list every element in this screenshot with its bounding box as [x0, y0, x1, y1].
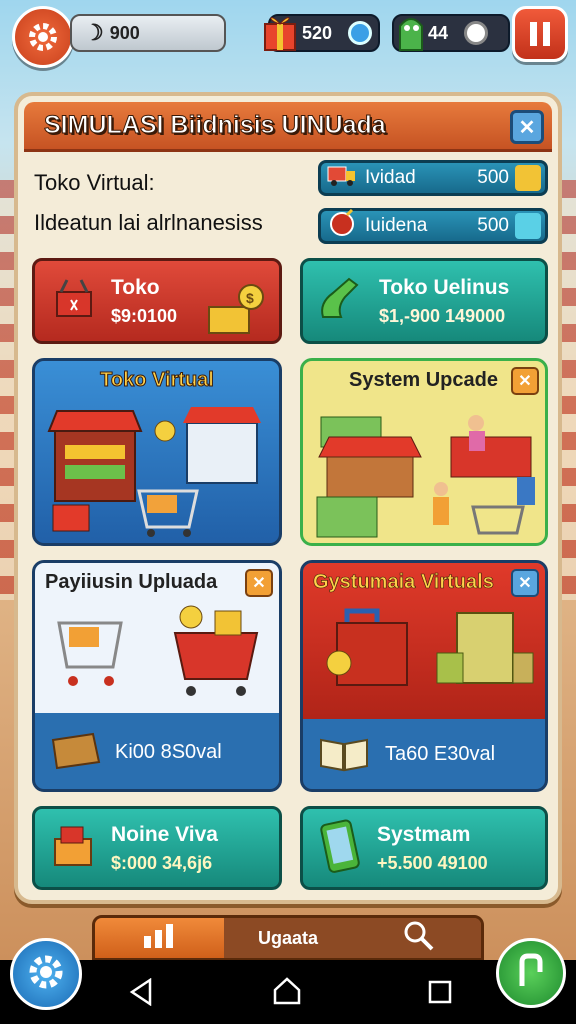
back-icon[interactable]: [128, 977, 154, 1011]
tab-upgrade[interactable]: Ugaata: [223, 918, 353, 958]
stat-row-2: Iuidena 500: [318, 208, 548, 244]
bomb-icon: [327, 208, 357, 243]
close-icon: ✕: [518, 116, 536, 139]
coin-box-icon: $: [205, 283, 265, 346]
toko-online-title: Toko Uelinus: [379, 275, 510, 299]
coin-value: 900: [109, 22, 140, 43]
svg-text:$: $: [246, 290, 254, 306]
panel-title: SIMULASI Biidnisis UINUada: [44, 111, 387, 140]
system-virtual-card[interactable]: Gystumaia Virtuals ✕ Ta60 E30val: [300, 560, 548, 792]
home-icon[interactable]: [272, 976, 302, 1011]
shop-scene-icon: [311, 397, 541, 543]
stat-row-1: Ividad 500: [318, 160, 548, 196]
online-viva-button[interactable]: Noine Viva $:000 34,6j6: [32, 806, 282, 890]
system-amount: +5.500 49100: [377, 852, 488, 873]
subtitle-desc: Ildeatun lai alrlnanesiss: [34, 210, 263, 235]
shopping-box-icon: [51, 823, 97, 874]
panel-title-bar: SIMULASI Biidnisis UINUada: [24, 102, 552, 152]
phone-call-button[interactable]: [496, 938, 566, 1008]
system-nav-bar: [0, 960, 576, 1024]
pause-button[interactable]: [512, 6, 568, 62]
toko-online-amount: $1,-900 149000: [379, 305, 506, 326]
online-viva-amount: $:000 34,6j6: [111, 852, 213, 873]
close-icon[interactable]: ✕: [511, 569, 539, 597]
stat-label: Ividad: [365, 167, 416, 188]
toko-online-button[interactable]: Toko Uelinus $1,-900 149000: [300, 258, 548, 344]
payment-upgrade-footer-text: Ki00 8S0val: [115, 740, 222, 763]
person-icon: [399, 920, 435, 957]
monster-icon: [394, 10, 428, 59]
gem-value: 44: [428, 22, 449, 43]
carts-icon: [51, 603, 267, 708]
toko-title: Toko: [111, 275, 160, 299]
bottom-nav: Ugaata: [92, 915, 484, 961]
stat-value: 500: [477, 215, 509, 236]
toko-virtual-title: Toko Virtual: [100, 369, 215, 392]
chart-icon: [142, 922, 176, 955]
stat-label: Iuidena: [365, 215, 428, 236]
phone-icon: [514, 952, 548, 995]
tab-upgrade-label: Ugaata: [257, 927, 319, 948]
business-panel: SIMULASI Biidnisis UINUada ✕ Toko Virtua…: [14, 92, 562, 904]
system-upgrade-card[interactable]: System Upcade ✕: [300, 358, 548, 546]
coin-counter: ☽ 900: [70, 14, 226, 52]
system-virtual-footer: Ta60 E30val: [303, 719, 545, 789]
smartphone-icon: [319, 818, 363, 879]
phone-icon: [317, 273, 365, 330]
moon-icon: ☽: [84, 20, 104, 45]
book-icon: [319, 732, 369, 777]
online-viva-title: Noine Viva: [111, 822, 218, 846]
gift-icon: [262, 10, 298, 57]
plus-gem-icon[interactable]: [348, 21, 372, 45]
basket-icon: [51, 276, 97, 327]
gear-icon: [26, 20, 60, 54]
close-icon[interactable]: ✕: [511, 367, 539, 395]
recents-icon[interactable]: [428, 980, 452, 1009]
toolbox-icon: [317, 603, 537, 708]
info-icon[interactable]: [464, 21, 488, 45]
lightning-icon: [515, 213, 541, 239]
gift-counter: 520: [264, 14, 380, 52]
stat-value: 500: [477, 167, 509, 188]
pause-icon: [528, 21, 552, 47]
system-button[interactable]: Systmam +5.500 49100: [300, 806, 548, 890]
toko-virtual-card[interactable]: Toko Virtual: [32, 358, 282, 546]
gift-value: 520: [302, 22, 333, 43]
coin-icon: [515, 165, 541, 191]
tab-stats[interactable]: [95, 918, 224, 958]
system-title: Systmam: [377, 822, 471, 846]
wallet-icon: [49, 728, 103, 777]
close-icon[interactable]: ✕: [245, 569, 273, 597]
payment-upgrade-card[interactable]: Payiiusin Upluada ✕ Ki00 8S0val: [32, 560, 282, 792]
gem-counter: 44: [392, 14, 510, 52]
market-stall-icon: [47, 401, 273, 543]
tab-profile[interactable]: [352, 918, 481, 958]
subtitle-store: Toko Virtual:: [34, 170, 155, 195]
settings-round-button[interactable]: [10, 938, 82, 1010]
settings-button[interactable]: [12, 6, 74, 68]
system-virtual-footer-text: Ta60 E30val: [385, 742, 496, 765]
payment-upgrade-footer: Ki00 8S0val: [35, 715, 279, 789]
top-bar: ☽ 900 520 44: [0, 0, 576, 80]
gear-icon: [26, 952, 66, 997]
toko-button[interactable]: Toko $9:0100 $: [32, 258, 282, 344]
close-button[interactable]: ✕: [510, 110, 544, 144]
toko-amount: $9:0100: [111, 305, 178, 326]
truck-icon: [327, 163, 357, 193]
